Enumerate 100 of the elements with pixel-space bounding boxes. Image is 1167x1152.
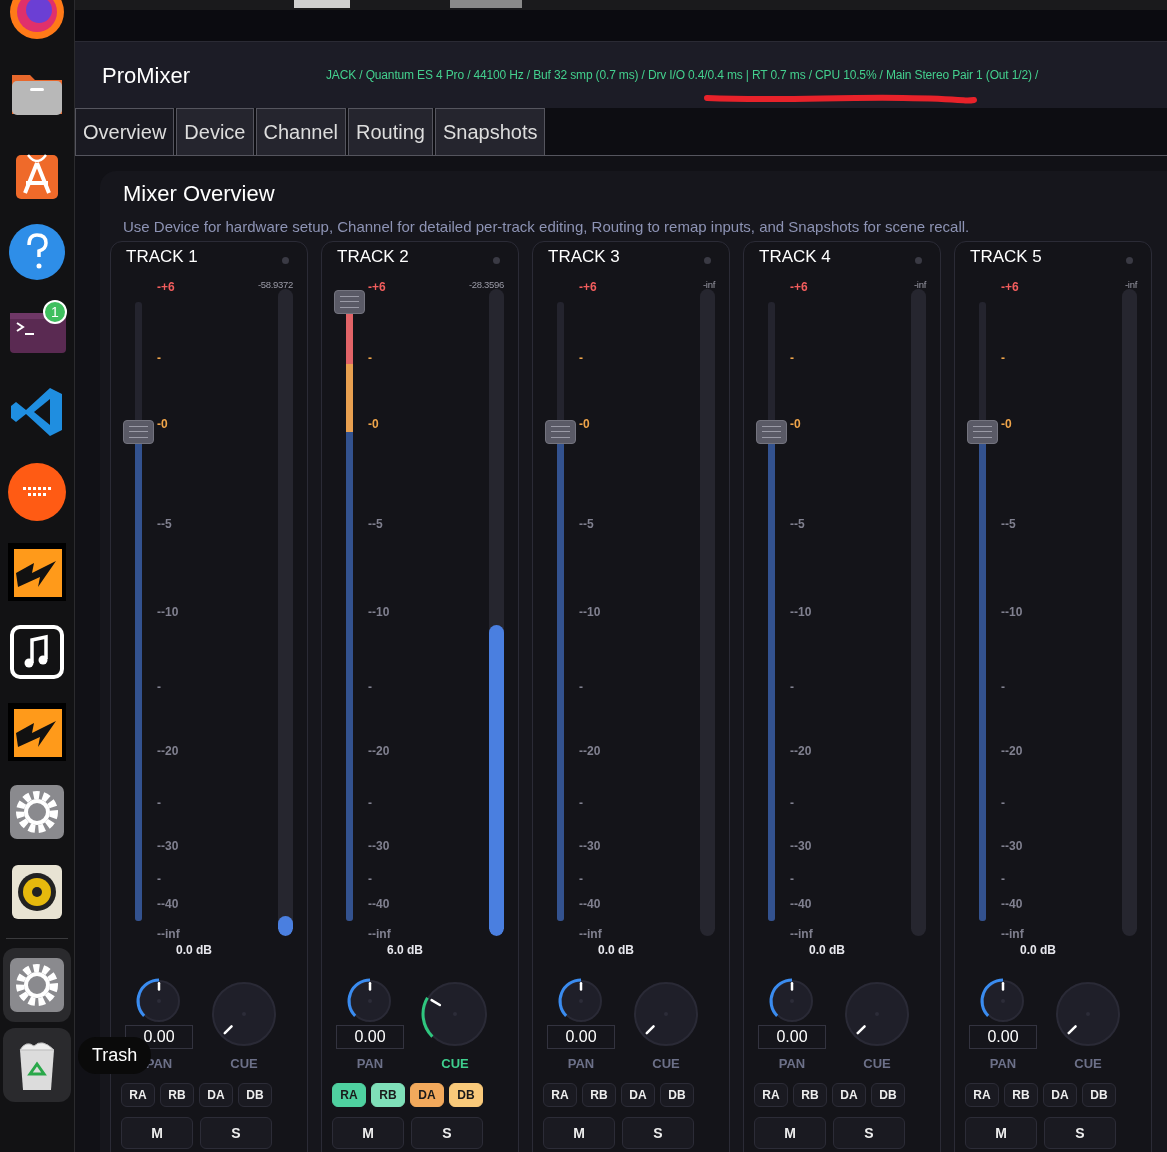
scale-label: - [790,350,794,365]
peak-reading: -inf [1125,277,1137,292]
dot-grid-icon[interactable] [8,463,66,521]
scale-label: --30 [368,838,390,853]
clip-indicator [704,257,711,264]
scale-label: -0 [1001,416,1012,431]
send-button[interactable]: DA [199,1083,233,1107]
scale-label: --30 [579,838,601,853]
scale-label: -+6 [579,279,597,294]
cue-label: CUE [651,1054,681,1073]
send-button[interactable]: RA [965,1083,999,1107]
cue-label: CUE [862,1054,892,1073]
send-button[interactable]: RA [543,1083,577,1107]
scale-label: - [790,795,794,810]
pan-label: PAN [355,1054,385,1073]
window-thumbnail[interactable] [450,0,522,8]
send-button[interactable]: DB [238,1083,272,1107]
scale-label: - [579,350,583,365]
browser-icon[interactable] [8,0,66,41]
scale-label: -+6 [157,279,175,294]
help-icon[interactable] [8,223,66,281]
pan-value-field[interactable]: 0.00 [758,1024,826,1049]
app-title: ProMixer [102,61,191,90]
lightning-icon[interactable] [8,543,66,601]
send-button[interactable]: RB [793,1083,827,1107]
pan-knob[interactable] [346,976,394,1025]
send-button[interactable]: DB [871,1083,905,1107]
scale-label: - [368,679,372,694]
tab[interactable]: Routing [348,108,433,155]
mute-button[interactable]: M [965,1117,1037,1149]
send-button[interactable]: DA [1043,1083,1077,1107]
pan-value-field[interactable]: 0.00 [336,1024,404,1049]
pan-knob[interactable] [979,976,1027,1025]
scale-label: --10 [368,604,390,619]
tab[interactable]: Device [176,108,254,155]
pan-knob[interactable] [135,976,183,1025]
fader-handle[interactable] [334,289,365,314]
track-name: TRACK 5 [970,245,1042,268]
mute-button[interactable]: M [543,1117,615,1149]
pan-label: PAN [566,1054,596,1073]
scale-label: - [157,795,161,810]
solo-button[interactable]: S [622,1117,694,1149]
dock-item[interactable] [3,948,71,1022]
scale-label: --20 [368,743,390,758]
scale-label: --40 [790,896,812,911]
gear-icon[interactable] [8,783,66,841]
gear-icon[interactable] [8,956,66,1014]
pan-value-field[interactable]: 0.00 [547,1024,615,1049]
send-button[interactable]: RB [160,1083,194,1107]
fader-handle[interactable] [123,419,154,444]
send-button[interactable]: DA [832,1083,866,1107]
window-thumbnail[interactable] [294,0,350,8]
pan-knob[interactable] [768,976,816,1025]
scale-label: --10 [1001,604,1023,619]
solo-button[interactable]: S [833,1117,905,1149]
send-button[interactable]: RB [1004,1083,1038,1107]
scale-label: --5 [579,516,594,531]
send-button[interactable]: DA [410,1083,444,1107]
scale-label: --inf [790,926,813,941]
send-button[interactable]: RB [582,1083,616,1107]
lightning-icon[interactable] [8,703,66,761]
scale-label: - [790,871,794,886]
dock-item[interactable] [3,1028,71,1102]
scale-label: - [1001,679,1005,694]
scale-label: --inf [1001,926,1024,941]
pan-label: PAN [777,1054,807,1073]
mute-button[interactable]: M [121,1117,193,1149]
scale-label: --inf [368,926,391,941]
fader-handle[interactable] [756,419,787,444]
scale-label: --20 [157,743,179,758]
fader-handle[interactable] [545,419,576,444]
send-button[interactable]: RA [332,1083,366,1107]
pan-knob[interactable] [557,976,605,1025]
clip-indicator [915,257,922,264]
send-button[interactable]: DA [621,1083,655,1107]
mute-button[interactable]: M [754,1117,826,1149]
send-button[interactable]: RA [121,1083,155,1107]
tab[interactable]: Snapshots [434,108,546,155]
send-button[interactable]: RB [371,1083,405,1107]
tab[interactable]: Channel [255,108,346,155]
peak-reading: -inf [914,277,926,292]
solo-button[interactable]: S [411,1117,483,1149]
scale-label: --5 [157,516,172,531]
solo-button[interactable]: S [1044,1117,1116,1149]
music-note-icon[interactable] [8,623,66,681]
fader-handle[interactable] [967,419,998,444]
pan-value-field[interactable]: 0.00 [969,1024,1037,1049]
scale-label: --10 [157,604,179,619]
send-button[interactable]: DB [449,1083,483,1107]
gain-readout: 0.0 dB [1019,941,1057,959]
send-button[interactable]: DB [1082,1083,1116,1107]
tab[interactable]: Overview [75,108,175,155]
send-button[interactable]: RA [754,1083,788,1107]
pan-label: PAN [988,1054,1018,1073]
scale-label: --20 [790,743,812,758]
solo-button[interactable]: S [200,1117,272,1149]
scale-label: --40 [368,896,390,911]
status-text: JACK / Quantum ES 4 Pro / 44100 Hz / Buf 32 smp (0.7 ms) / Drv I/O 0.4/0.4 ms | RT 0.7 ms / CPU 10.5% / Main Stereo Pair 1 (Out 1/2) / [326,67,1039,84]
mute-button[interactable]: M [332,1117,404,1149]
send-button[interactable]: DB [660,1083,694,1107]
